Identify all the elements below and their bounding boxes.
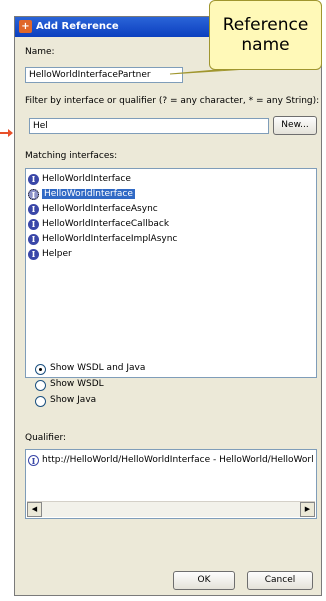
matching-interfaces-label: Matching interfaces:: [25, 151, 118, 161]
new-button[interactable]: New...: [273, 116, 317, 135]
interface-icon: I: [28, 189, 39, 200]
scroll-right-icon[interactable]: ▶: [300, 502, 315, 517]
interface-icon: I: [28, 174, 39, 185]
ok-button[interactable]: OK: [173, 571, 235, 590]
qualifier-label: Qualifier:: [25, 433, 67, 443]
filter-label: Filter by interface or qualifier (? = an…: [25, 96, 320, 106]
qualifier-list[interactable]: I http://HelloWorld/HelloWorldInterface …: [25, 449, 317, 519]
qualifier-item[interactable]: I http://HelloWorld/HelloWorldInterface …: [26, 453, 316, 468]
interface-icon: I: [28, 219, 39, 230]
pointer-arrow-icon: [0, 129, 13, 137]
callout-line-1: Reference: [222, 15, 309, 35]
radio-circle[interactable]: [35, 364, 46, 375]
add-reference-icon: +: [19, 20, 32, 33]
list-item[interactable]: I HelloWorldInterfaceCallback: [26, 217, 316, 232]
name-field[interactable]: HelloWorldInterfacePartner: [25, 67, 183, 83]
interface-icon: I: [28, 204, 39, 215]
add-reference-dialog: + Add Reference Name: HelloWorldInterfac…: [14, 16, 322, 596]
list-item[interactable]: I Helper: [26, 247, 316, 262]
dialog-title: Add Reference: [36, 21, 119, 32]
scroll-left-icon[interactable]: ◀: [27, 502, 42, 517]
list-item[interactable]: I HelloWorldInterfaceAsync: [26, 202, 316, 217]
reference-name-callout: Reference name: [209, 0, 322, 70]
interface-icon: I: [28, 455, 39, 466]
list-item[interactable]: I HelloWorldInterfaceImplAsync: [26, 232, 316, 247]
radio-circle[interactable]: [35, 380, 46, 391]
radio-circle[interactable]: [35, 396, 46, 407]
filter-input[interactable]: Hel: [29, 118, 269, 134]
horizontal-scrollbar[interactable]: ◀ ▶: [27, 501, 315, 517]
list-item-selected[interactable]: I HelloWorldInterface: [26, 187, 316, 202]
matching-interfaces-list[interactable]: I HelloWorldInterface I HelloWorldInterf…: [25, 168, 317, 378]
radio-dot: [39, 368, 42, 371]
list-item[interactable]: I HelloWorldInterface: [26, 172, 316, 187]
name-label: Name:: [25, 47, 55, 57]
interface-icon: I: [28, 249, 39, 260]
cancel-button[interactable]: Cancel: [247, 571, 313, 590]
interface-icon: I: [28, 234, 39, 245]
callout-line-2: name: [241, 35, 290, 55]
